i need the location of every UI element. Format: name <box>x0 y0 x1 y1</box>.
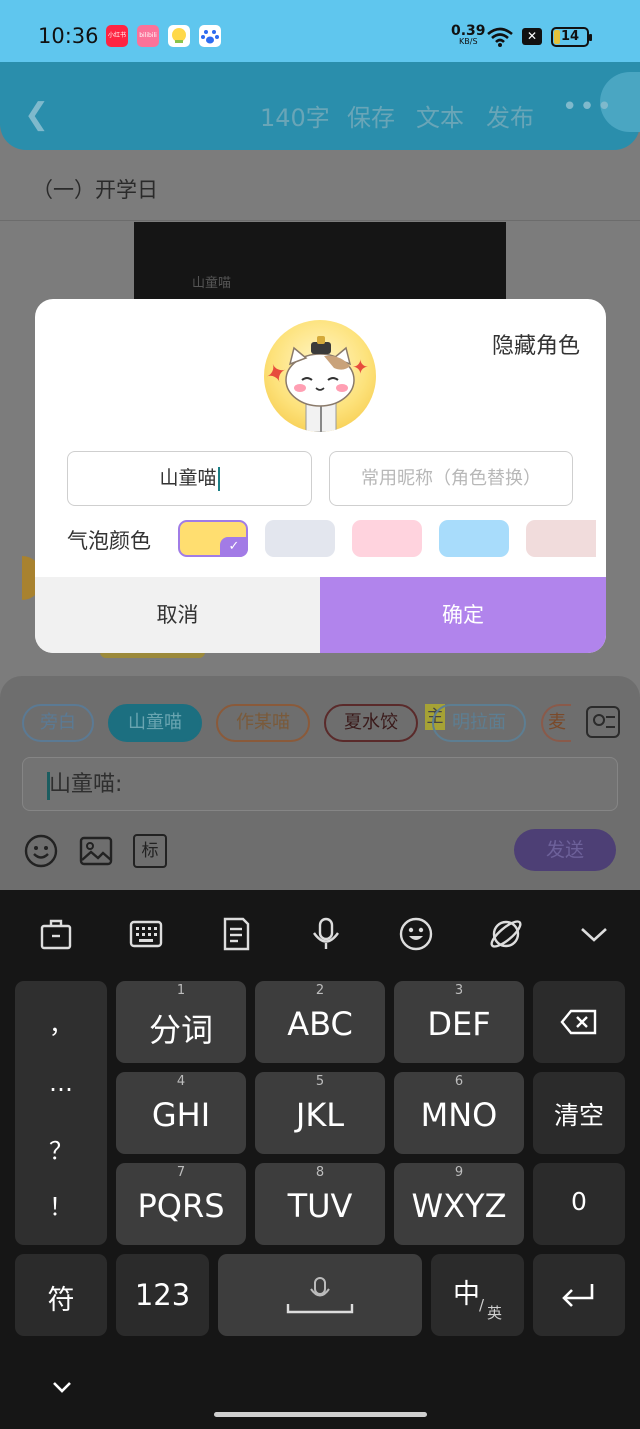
enter-key[interactable] <box>533 1254 625 1336</box>
role-chip-shantongmiao[interactable]: 山童喵 <box>108 704 202 742</box>
bilibili-app-icon: bilibili <box>137 25 159 47</box>
hide-keyboard-icon[interactable] <box>51 1380 73 1394</box>
role-name-value: 山童喵 <box>159 467 217 489</box>
clear-key[interactable]: 清空 <box>533 1072 625 1154</box>
chevron-down-icon[interactable] <box>576 916 612 952</box>
word-count: 140字 <box>260 104 330 132</box>
confirm-button[interactable]: 确定 <box>320 577 606 653</box>
toolbox-icon[interactable] <box>38 916 74 952</box>
story-image-caption: 山童喵 <box>192 276 232 291</box>
bubble-color-yellow[interactable]: ✓ <box>178 520 248 557</box>
role-chip-xiashuijiao[interactable]: 夏水饺 <box>324 704 418 742</box>
role-chip-partial[interactable]: 麦 <box>541 704 571 742</box>
key-7[interactable]: 7 PQRS <box>116 1163 246 1245</box>
comma-key[interactable]: ， <box>15 1005 107 1040</box>
microphone-icon <box>286 1277 354 1314</box>
key-2[interactable]: 2 ABC <box>255 981 385 1063</box>
keyboard-icon[interactable] <box>128 916 164 952</box>
text-button[interactable]: 文本 <box>416 98 464 133</box>
network-speed: 0.39 KB/S <box>451 23 486 46</box>
planet-icon[interactable] <box>488 916 524 952</box>
back-icon[interactable]: ❮ <box>24 97 49 132</box>
clipboard-icon[interactable] <box>218 916 254 952</box>
enter-icon <box>562 1284 594 1307</box>
exclamation-key[interactable]: ！ <box>15 1187 107 1222</box>
svg-text:✦: ✦ <box>352 355 369 379</box>
bubble-color-label: 气泡颜色 <box>67 529 151 553</box>
cancel-button[interactable]: 取消 <box>35 577 320 653</box>
text-caret <box>217 466 220 491</box>
send-button[interactable]: 发送 <box>514 829 616 871</box>
microphone-icon[interactable] <box>308 916 344 952</box>
home-indicator[interactable] <box>214 1412 427 1417</box>
image-icon[interactable] <box>79 834 113 868</box>
numbers-key[interactable]: 123 <box>116 1254 209 1336</box>
xiaohongshu-app-icon: 小红书 <box>106 25 128 47</box>
nickname-placeholder: 常用昵称（角色替换） <box>361 468 541 489</box>
key-5[interactable]: 5 JKL <box>255 1072 385 1154</box>
story-image: 山童喵 <box>134 222 506 302</box>
text-caret <box>47 772 50 800</box>
status-time: 10:36 <box>38 24 99 48</box>
role-list-icon[interactable] <box>586 706 620 738</box>
bubble-color-blue[interactable] <box>439 520 509 557</box>
check-icon: ✓ <box>220 537 248 557</box>
bubble-color-rose[interactable] <box>526 520 596 557</box>
key-6[interactable]: 6 MNO <box>394 1072 524 1154</box>
space-key[interactable] <box>218 1254 422 1336</box>
backspace-key[interactable] <box>533 981 625 1063</box>
tag-button[interactable]: 标 <box>133 834 167 868</box>
app-header: ❮ 140字 保存 文本 发布 ••• <box>0 62 640 150</box>
keyboard: ， … ？ ！ 1 分词 2 ABC 3 DEF 4 GHI 5 JKL 6 MNO 清空 … <box>0 890 640 1429</box>
nickname-input[interactable]: 常用昵称（角色替换） <box>329 451 573 506</box>
page-title: （一）开学日 <box>32 178 158 202</box>
message-input[interactable]: 山童喵: <box>22 757 618 811</box>
ellipsis-key[interactable]: … <box>15 1069 107 1097</box>
punctuation-key[interactable]: ， … ？ ！ <box>15 981 107 1245</box>
wifi-icon <box>487 27 513 47</box>
bubble-color-gray[interactable] <box>265 520 335 557</box>
status-bar: 10:36 小红书 bilibili 0.39 KB/S ✕ 14 <box>0 0 640 66</box>
key-1[interactable]: 1 分词 <box>116 981 246 1063</box>
chat-app-icon <box>168 25 190 47</box>
cat-character-icon: ✦ ✦ <box>264 336 369 432</box>
symbols-key[interactable]: 符 <box>15 1254 107 1336</box>
key-3[interactable]: 3 DEF <box>394 981 524 1063</box>
backspace-icon <box>560 1009 597 1035</box>
key-4[interactable]: 4 GHI <box>116 1072 246 1154</box>
battery-icon: 14 <box>551 27 592 47</box>
language-switch-key[interactable]: 中 / 英 <box>431 1254 524 1336</box>
emoji-icon[interactable] <box>398 916 434 952</box>
role-avatar[interactable]: ✦ ✦ <box>264 320 376 432</box>
key-9[interactable]: 9 WXYZ <box>394 1163 524 1245</box>
key-8[interactable]: 8 TUV <box>255 1163 385 1245</box>
zero-key[interactable]: 0 <box>533 1163 625 1245</box>
role-name-input[interactable]: 山童喵 <box>67 451 312 506</box>
role-chip-zuomoumiao[interactable]: 作某喵 <box>216 704 310 742</box>
baidu-app-icon <box>199 25 221 47</box>
emoji-icon[interactable] <box>24 834 58 868</box>
sim-disabled-icon: ✕ <box>522 28 542 45</box>
publish-button[interactable]: 发布 <box>486 98 534 133</box>
divider <box>0 220 640 221</box>
hide-role-button[interactable]: 隐藏角色 <box>492 328 580 360</box>
more-icon[interactable]: ••• <box>562 92 614 122</box>
bubble-color-pink[interactable] <box>352 520 422 557</box>
role-edit-dialog: 隐藏角色 ✦ ✦ 山童喵 常用昵称（角色替换） 气泡颜色 ✓ 取消 确定 <box>35 299 606 653</box>
message-value: 山童喵: <box>49 772 123 797</box>
save-button[interactable]: 保存 <box>347 98 395 133</box>
role-chip-narrator[interactable]: 旁白 <box>22 704 94 742</box>
question-key[interactable]: ？ <box>15 1131 107 1166</box>
role-chip-minglamian[interactable]: 明拉面 <box>432 704 526 742</box>
